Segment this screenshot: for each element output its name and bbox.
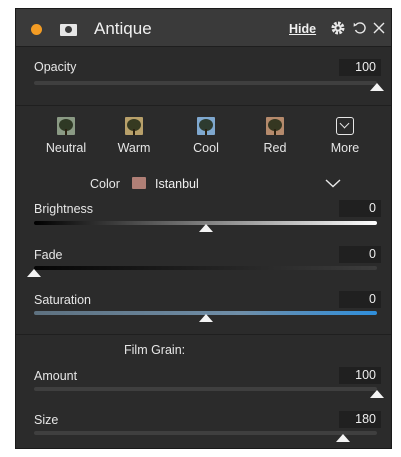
color-select-value[interactable]: Istanbul (155, 177, 199, 191)
preset-warm[interactable]: Warm (104, 117, 164, 155)
opacity-label: Opacity (34, 60, 77, 74)
antique-panel: Antique Hide Opacity 100 Neutral Warm Co… (15, 8, 392, 449)
mask-icon[interactable] (60, 24, 77, 36)
preset-label: Red (263, 141, 287, 155)
divider (16, 105, 391, 106)
opacity-slider-thumb[interactable] (370, 83, 384, 91)
color-label: Color (90, 177, 120, 191)
amount-slider-thumb[interactable] (370, 390, 384, 398)
opacity-value[interactable]: 100 (339, 59, 381, 76)
preset-neutral-thumbnail (57, 117, 75, 135)
preset-cool-thumbnail (197, 117, 215, 135)
saturation-value[interactable]: 0 (339, 291, 381, 308)
film-grain-heading: Film Grain: (124, 343, 186, 357)
close-icon[interactable] (371, 20, 387, 36)
size-slider-track[interactable] (34, 431, 377, 435)
chevron-down-box-icon (336, 117, 354, 135)
gear-icon[interactable] (330, 20, 346, 36)
preset-red[interactable]: Red (245, 117, 305, 155)
preset-label: Neutral (45, 141, 87, 155)
brightness-value[interactable]: 0 (339, 200, 381, 217)
brightness-slider-thumb[interactable] (198, 224, 213, 232)
amount-slider-track[interactable] (34, 387, 377, 391)
color-swatch[interactable] (132, 177, 146, 189)
preset-label: Warm (117, 141, 151, 155)
preset-red-thumbnail (266, 117, 284, 135)
preset-neutral[interactable]: Neutral (36, 117, 96, 155)
preset-label: Cool (193, 141, 219, 155)
hide-link[interactable]: Hide (289, 22, 316, 36)
size-label: Size (34, 413, 59, 427)
fade-slider-thumb[interactable] (27, 269, 41, 277)
chevron-down-icon[interactable] (325, 176, 341, 188)
preset-more[interactable]: More (315, 117, 375, 155)
fade-label: Fade (34, 248, 63, 262)
reset-icon[interactable] (352, 20, 368, 36)
divider (16, 334, 391, 335)
panel-title: Antique (94, 19, 152, 38)
amount-label: Amount (34, 369, 78, 383)
enable-toggle-dot[interactable] (31, 24, 42, 35)
size-value[interactable]: 180 (339, 411, 381, 428)
preset-label: More (330, 141, 360, 155)
size-slider-thumb[interactable] (335, 434, 350, 442)
brightness-label: Brightness (34, 202, 94, 216)
preset-cool[interactable]: Cool (176, 117, 236, 155)
saturation-slider-thumb[interactable] (198, 314, 213, 322)
preset-warm-thumbnail (125, 117, 143, 135)
opacity-slider-track[interactable] (34, 81, 377, 85)
amount-value[interactable]: 100 (339, 367, 381, 384)
panel-header: Antique Hide (16, 9, 391, 47)
fade-value[interactable]: 0 (339, 246, 381, 263)
fade-slider-track[interactable] (34, 266, 377, 270)
saturation-label: Saturation (34, 293, 91, 307)
